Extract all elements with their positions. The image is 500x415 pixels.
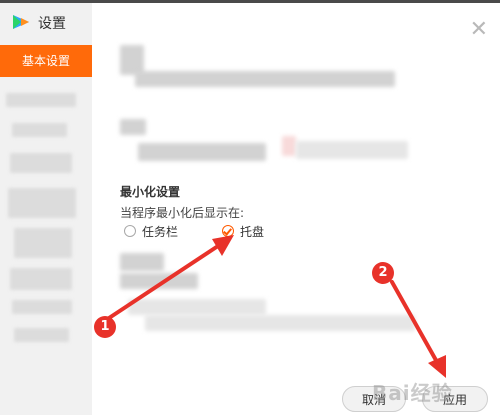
sidebar-item-blurred[interactable] (8, 188, 76, 218)
sidebar-item-blurred[interactable] (14, 228, 72, 258)
app-logo-icon (13, 15, 29, 29)
radio-button-icon[interactable] (124, 225, 136, 237)
title-bar: 设置 (0, 3, 92, 41)
blurred-setting-row (135, 71, 395, 87)
blurred-setting-row (138, 143, 266, 161)
sidebar: 设置 基本设置 (0, 3, 92, 415)
sidebar-item-basic-settings[interactable]: 基本设置 (0, 45, 92, 77)
blurred-accent (282, 136, 296, 156)
radio-label-taskbar: 任务栏 (142, 224, 179, 239)
settings-window: 设置 基本设置 ✕ 最小化设置 当程序最小化后显示在: 任务栏 托盘 取消 应用 (0, 3, 500, 415)
radio-tray[interactable]: 托盘 (222, 222, 264, 240)
minimize-description: 当程序最小化后显示在: (120, 206, 245, 220)
close-icon[interactable]: ✕ (470, 19, 488, 41)
radio-label-tray: 托盘 (240, 224, 265, 239)
window-title: 设置 (38, 16, 66, 32)
blurred-setting-row (145, 315, 415, 331)
step-1-badge: 1 (94, 316, 116, 338)
blurred-setting-row (296, 141, 408, 159)
blurred-heading (120, 253, 164, 271)
sidebar-item-blurred[interactable] (10, 268, 72, 290)
blurred-heading (120, 119, 146, 135)
sidebar-item-blurred[interactable] (12, 300, 72, 314)
radio-checked-icon[interactable] (222, 225, 234, 237)
blurred-setting-row (128, 299, 266, 315)
apply-button[interactable]: 应用 (422, 386, 488, 412)
blurred-setting-row (120, 273, 198, 289)
radio-taskbar[interactable]: 任务栏 (124, 222, 178, 240)
sidebar-item-blurred[interactable] (10, 153, 72, 173)
sidebar-item-blurred[interactable] (6, 93, 76, 107)
sidebar-item-blurred[interactable] (14, 328, 69, 342)
sidebar-item-blurred[interactable] (12, 123, 67, 137)
minimize-section-title: 最小化设置 (120, 185, 181, 199)
step-2-badge: 2 (372, 262, 394, 284)
cancel-button[interactable]: 取消 (342, 386, 406, 412)
